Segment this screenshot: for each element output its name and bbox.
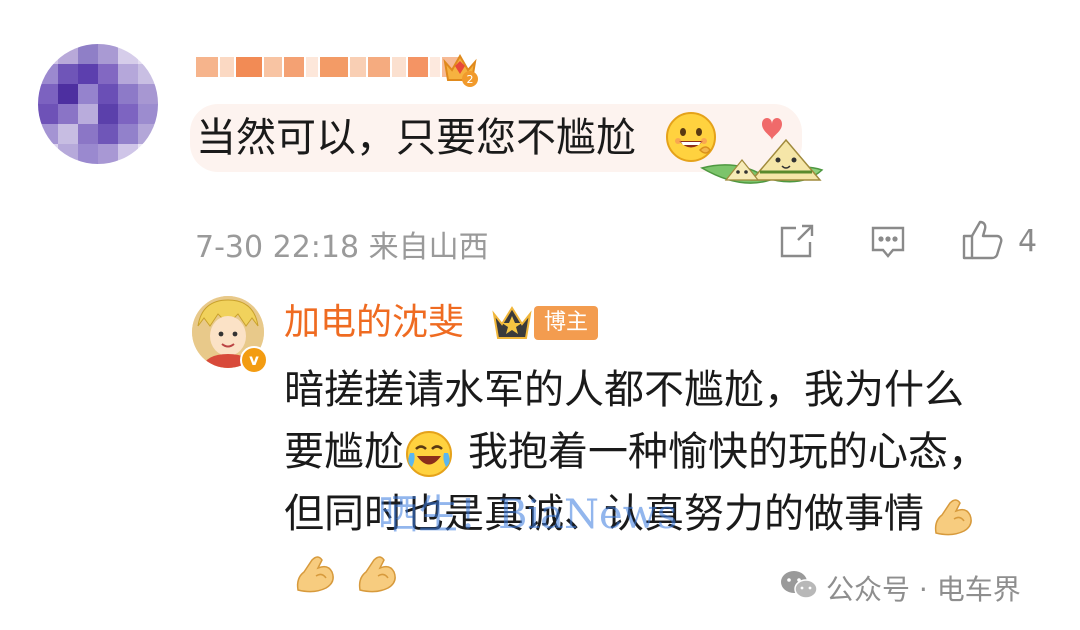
flex-arm-emoji-icon: [292, 550, 338, 596]
comment-meta: 7-30 22:18 来自山西: [195, 230, 489, 265]
watermark-text: 晒生！BiaNews: [378, 492, 678, 538]
reply-comment-icon[interactable]: [868, 222, 908, 262]
verified-badge-icon: v: [240, 346, 268, 374]
author-tag: 博主: [534, 306, 599, 340]
wechat-icon: [780, 569, 818, 608]
commenter-avatar[interactable]: [38, 44, 158, 164]
laugh-cry-emoji-icon: [404, 429, 454, 479]
level-crown-icon: 2: [440, 48, 480, 88]
comment-text: 当然可以，只要您不尴尬: [196, 115, 636, 161]
zongzi-sticker-icon: [700, 110, 825, 192]
flex-arm-emoji-icon: [354, 550, 400, 596]
commenter-username-blurred[interactable]: [196, 50, 460, 84]
reply-author-name[interactable]: 加电的沈斐: [284, 300, 464, 346]
like-thumb-icon[interactable]: [960, 218, 1003, 260]
flex-arm-emoji-icon: [930, 493, 976, 539]
reply-text-line-1: 暗搓搓请水军的人都不尴尬，我为什么: [284, 367, 964, 413]
reply-text-line-2b: 我抱着一种愉快的玩的心态，: [468, 429, 988, 475]
share-icon[interactable]: [776, 222, 816, 262]
wechat-footer: 公众号 · 电车界: [780, 568, 1021, 608]
footer-text: 公众号 · 电车界: [826, 573, 1021, 606]
svg-text:2: 2: [467, 73, 474, 86]
reply-text-line-2: 要尴尬 我抱着一种愉快的玩的心态，: [284, 424, 988, 480]
vip-crown-icon: [490, 302, 534, 344]
flex-arm-row: [292, 550, 400, 596]
reply-text-line-2a: 要尴尬: [284, 429, 404, 475]
like-count: 4: [1018, 224, 1038, 259]
